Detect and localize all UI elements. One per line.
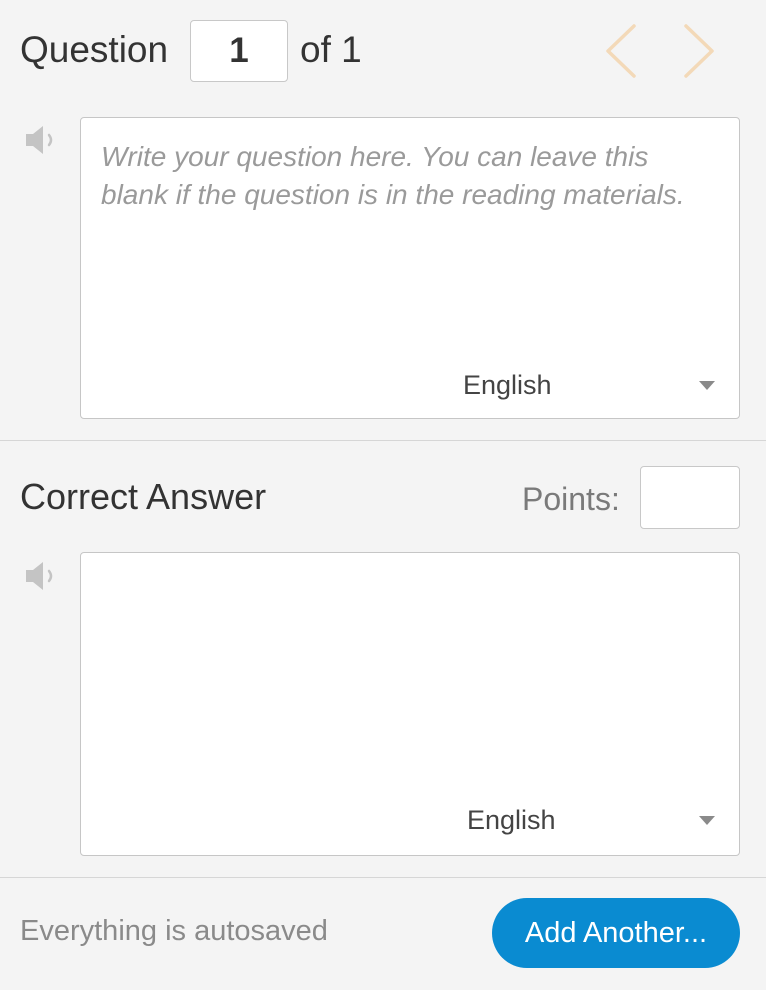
chevron-right-icon bbox=[684, 24, 714, 78]
answer-language-select[interactable]: English bbox=[419, 803, 719, 837]
answer-speaker-button[interactable] bbox=[24, 558, 58, 594]
add-another-button[interactable]: Add Another... bbox=[492, 898, 740, 968]
question-textarea[interactable]: Write your question here. You can leave … bbox=[80, 117, 740, 419]
previous-question-button[interactable] bbox=[600, 22, 640, 80]
answer-textarea[interactable]: English bbox=[80, 552, 740, 856]
footer-divider bbox=[0, 877, 766, 878]
question-speaker-button[interactable] bbox=[24, 122, 58, 158]
speaker-icon bbox=[26, 126, 53, 154]
question-language-select[interactable]: English bbox=[419, 368, 719, 402]
chevron-left-icon bbox=[606, 24, 636, 78]
answer-language-value: English bbox=[467, 805, 556, 835]
question-placeholder: Write your question here. You can leave … bbox=[101, 141, 685, 210]
speaker-icon bbox=[26, 562, 53, 590]
points-input[interactable] bbox=[640, 466, 740, 529]
next-question-button[interactable] bbox=[680, 22, 720, 80]
correct-answer-label: Correct Answer bbox=[20, 476, 267, 517]
points-label: Points: bbox=[522, 481, 620, 517]
caret-down-icon bbox=[699, 381, 715, 390]
caret-down-icon bbox=[699, 816, 715, 825]
question-total: of 1 bbox=[300, 29, 362, 70]
section-divider bbox=[0, 440, 766, 441]
question-label: Question bbox=[20, 29, 169, 70]
question-number-input[interactable]: 1 bbox=[190, 20, 288, 82]
autosave-status: Everything is autosaved bbox=[20, 915, 328, 947]
question-language-value: English bbox=[463, 370, 552, 400]
